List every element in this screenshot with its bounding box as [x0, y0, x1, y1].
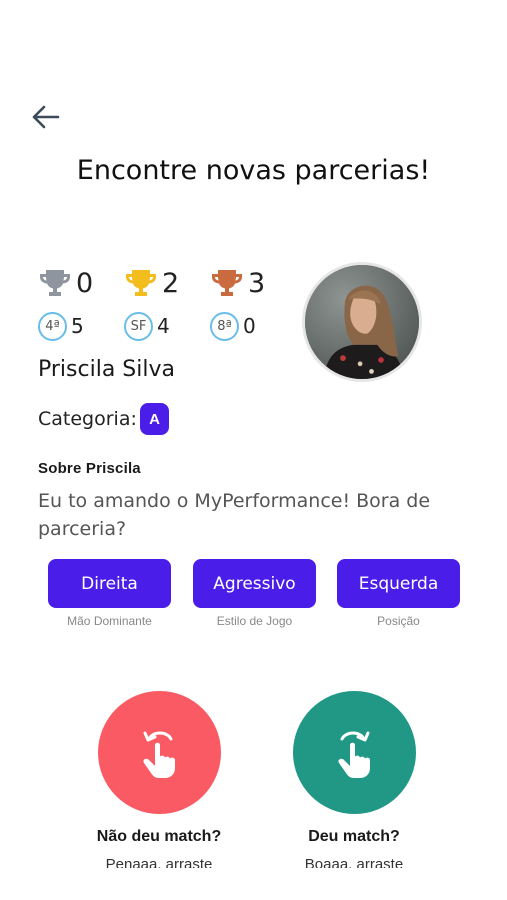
- attribute-dominant-hand: Direita Mão Dominante: [48, 559, 171, 628]
- placement-item: 8ª 0: [210, 311, 296, 341]
- swipe-left-icon: [143, 731, 175, 778]
- reject-label: Não deu match?: [96, 828, 222, 845]
- trophy-bronze-icon: [212, 270, 242, 296]
- arrow-left-icon: [32, 105, 60, 129]
- trophy-gold-count: 2: [162, 267, 180, 299]
- dominant-hand-chip[interactable]: Direita: [48, 559, 171, 608]
- reject-action: Não deu match? Penaaa, arraste: [64, 691, 254, 868]
- placement-badge: 8ª: [210, 311, 239, 341]
- swipe-right-icon: [338, 731, 370, 778]
- accept-button[interactable]: [292, 691, 416, 814]
- back-button[interactable]: [30, 102, 62, 132]
- page-title: Encontre novas parcerias!: [76, 155, 431, 186]
- about-text: Eu to amando o MyPerformance! Bora de pa…: [38, 490, 431, 540]
- placement-item: 4ª 5: [38, 311, 124, 341]
- attribute-position: Esquerda Posição: [337, 559, 460, 628]
- accept-action: Deu match? Boaaa, arraste: [259, 691, 449, 868]
- trophy-silver: 0: [38, 268, 124, 299]
- category-label: Categoria:: [38, 408, 137, 430]
- trophy-bronze: 3: [210, 268, 296, 299]
- play-style-chip[interactable]: Agressivo: [193, 559, 316, 608]
- category-badge: A: [140, 403, 169, 435]
- trophy-gold: 2: [124, 268, 210, 299]
- position-caption: Posição: [377, 614, 420, 628]
- placement-badge: 4ª: [38, 311, 67, 341]
- trophy-silver-icon: [40, 270, 70, 296]
- placement-stats: 4ª 5 SF 4 8ª 0: [38, 310, 296, 342]
- placement-count: 5: [71, 314, 84, 338]
- trophy-stats: 0 2 3: [38, 265, 296, 301]
- placement-item: SF 4: [124, 311, 210, 341]
- position-chip[interactable]: Esquerda: [337, 559, 460, 608]
- dominant-hand-caption: Mão Dominante: [67, 614, 152, 628]
- accept-subtext: Boaaa, arraste: [304, 856, 404, 868]
- trophy-silver-count: 0: [76, 267, 94, 299]
- placement-count: 4: [157, 314, 170, 338]
- play-style-caption: Estilo de Jogo: [216, 614, 293, 628]
- about-title: Sobre Priscila: [38, 460, 141, 477]
- reject-subtext: Penaaa, arraste: [105, 856, 213, 868]
- placement-count: 0: [243, 314, 256, 338]
- profile-name: Priscila Silva: [38, 357, 175, 382]
- placement-badge: SF: [124, 311, 153, 341]
- accept-label: Deu match?: [308, 828, 400, 845]
- attribute-play-style: Agressivo Estilo de Jogo: [193, 559, 316, 628]
- avatar: [302, 262, 422, 382]
- reject-button[interactable]: [97, 691, 221, 814]
- profile-photo: [305, 265, 419, 379]
- trophy-gold-icon: [126, 270, 156, 296]
- trophy-bronze-count: 3: [248, 267, 266, 299]
